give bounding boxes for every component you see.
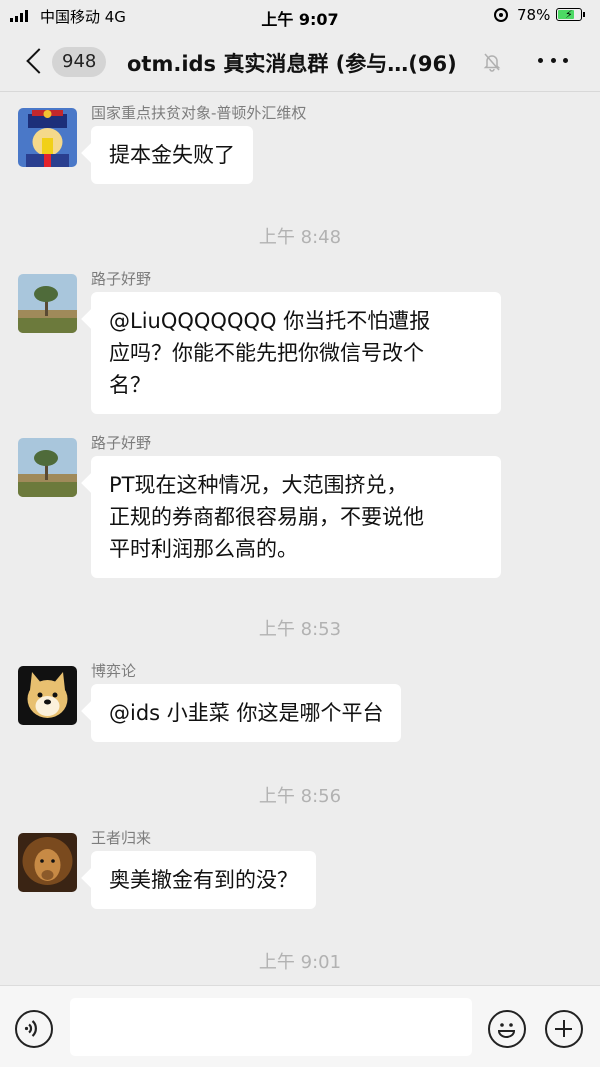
voice-icon[interactable]: [15, 1010, 53, 1048]
message-text-line: 平时利润那么高的。: [109, 537, 298, 561]
message-bubble[interactable]: PT现在这种情况，大范围挤兑， 正规的券商都很容易崩，不要说他 平时利润那么高的…: [91, 456, 501, 578]
plus-icon[interactable]: [545, 1010, 583, 1048]
back-icon[interactable]: [22, 46, 50, 76]
sender-name: 路子好野: [91, 270, 152, 288]
orientation-lock-icon: [494, 8, 508, 22]
sender-name: 博弈论: [91, 662, 137, 680]
avatar-landscape-tree[interactable]: [18, 438, 77, 497]
status-bar: 中国移动 4G 上午 9:07 78% ⚡: [0, 0, 600, 30]
message-text-line: @ids 小韭菜 你这是哪个平台: [109, 701, 384, 725]
battery-icon: ⚡: [556, 8, 582, 21]
battery-percent: 78%: [517, 6, 551, 24]
sender-name: 国家重点扶贫对象-普顿外汇维权: [91, 104, 307, 122]
message-text-line: 名？: [109, 373, 151, 397]
message-text-line: 奥美撤金有到的没？: [109, 868, 298, 892]
mute-bell-icon: [483, 53, 501, 72]
timestamp: 上午 8:56: [258, 786, 342, 807]
timestamp: 上午 8:48: [258, 227, 342, 248]
message-text-line: PT现在这种情况，大范围挤兑，: [109, 473, 408, 497]
avatar-cartoon-official[interactable]: [18, 108, 77, 167]
input-bar: [0, 985, 600, 1067]
message-text-line: 应吗？你能不能先把你微信号改个: [109, 341, 424, 365]
sender-name: 路子好野: [91, 434, 152, 452]
battery-cap: [583, 12, 585, 17]
message-text-line: 正规的券商都很容易崩，不要说他: [109, 505, 424, 529]
unread-count-badge[interactable]: 948: [52, 47, 107, 77]
avatar-lion[interactable]: [18, 833, 77, 892]
avatar-doge[interactable]: [18, 666, 77, 725]
emoji-icon[interactable]: [488, 1010, 526, 1048]
message-bubble[interactable]: 奥美撤金有到的没？: [91, 851, 316, 909]
message-bubble[interactable]: @ids 小韭菜 你这是哪个平台: [91, 684, 402, 742]
timestamp: 上午 8:53: [258, 619, 342, 640]
chat-header: 948 otm.ids 真实消息群 (参与…(96): [0, 30, 600, 92]
message-input[interactable]: [70, 998, 472, 1056]
message-text-line: 提本金失败了: [109, 143, 235, 167]
avatar-landscape-tree[interactable]: [18, 274, 77, 333]
message-bubble[interactable]: 提本金失败了: [91, 126, 253, 184]
sender-name: 王者归来: [91, 829, 152, 847]
chat-title: otm.ids 真实消息群 (参与…(96): [127, 52, 457, 76]
message-bubble[interactable]: @LiuQQQQQQQ 你当托不怕遭报 应吗？你能不能先把你微信号改个 名？: [91, 292, 501, 414]
more-icon[interactable]: [538, 58, 568, 68]
timestamp: 上午 9:01: [258, 952, 342, 973]
message-text-line: @LiuQQQQQQQ 你当托不怕遭报: [109, 309, 431, 333]
status-time: 上午 9:07: [261, 10, 339, 29]
